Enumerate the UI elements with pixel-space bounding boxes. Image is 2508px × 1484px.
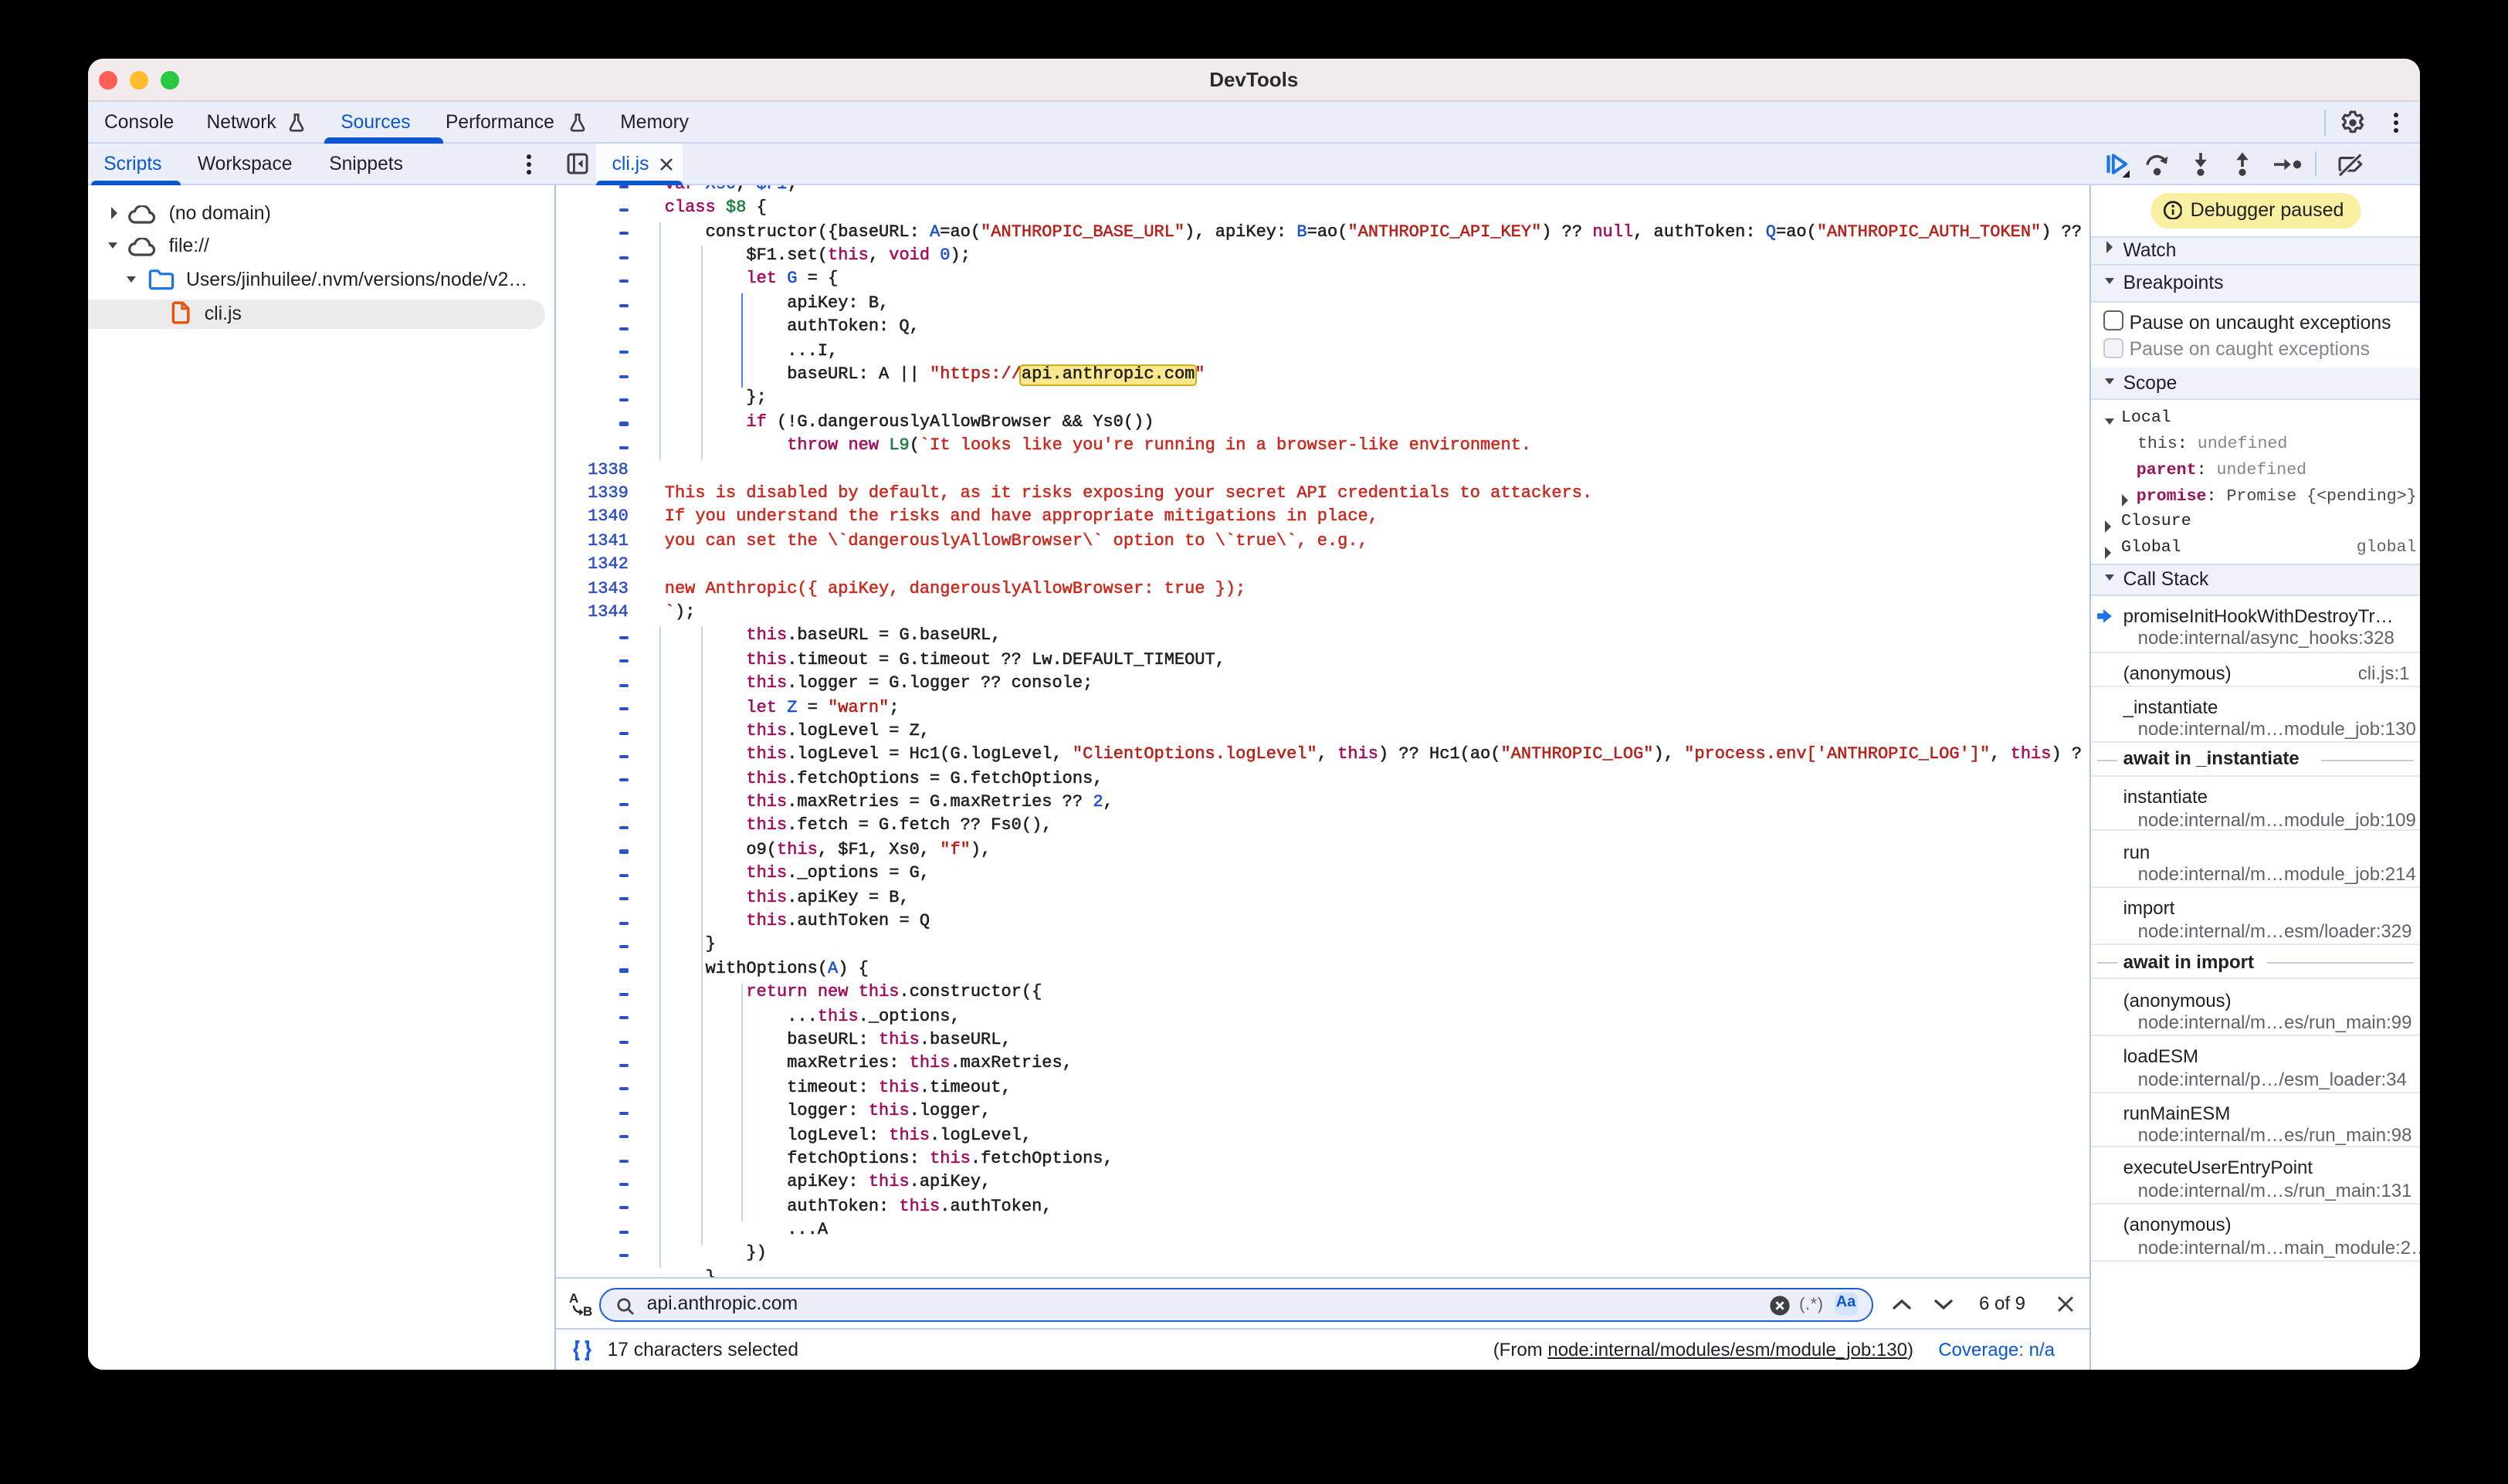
svg-text:A: A: [569, 1291, 578, 1306]
svg-text:B: B: [583, 1304, 592, 1317]
